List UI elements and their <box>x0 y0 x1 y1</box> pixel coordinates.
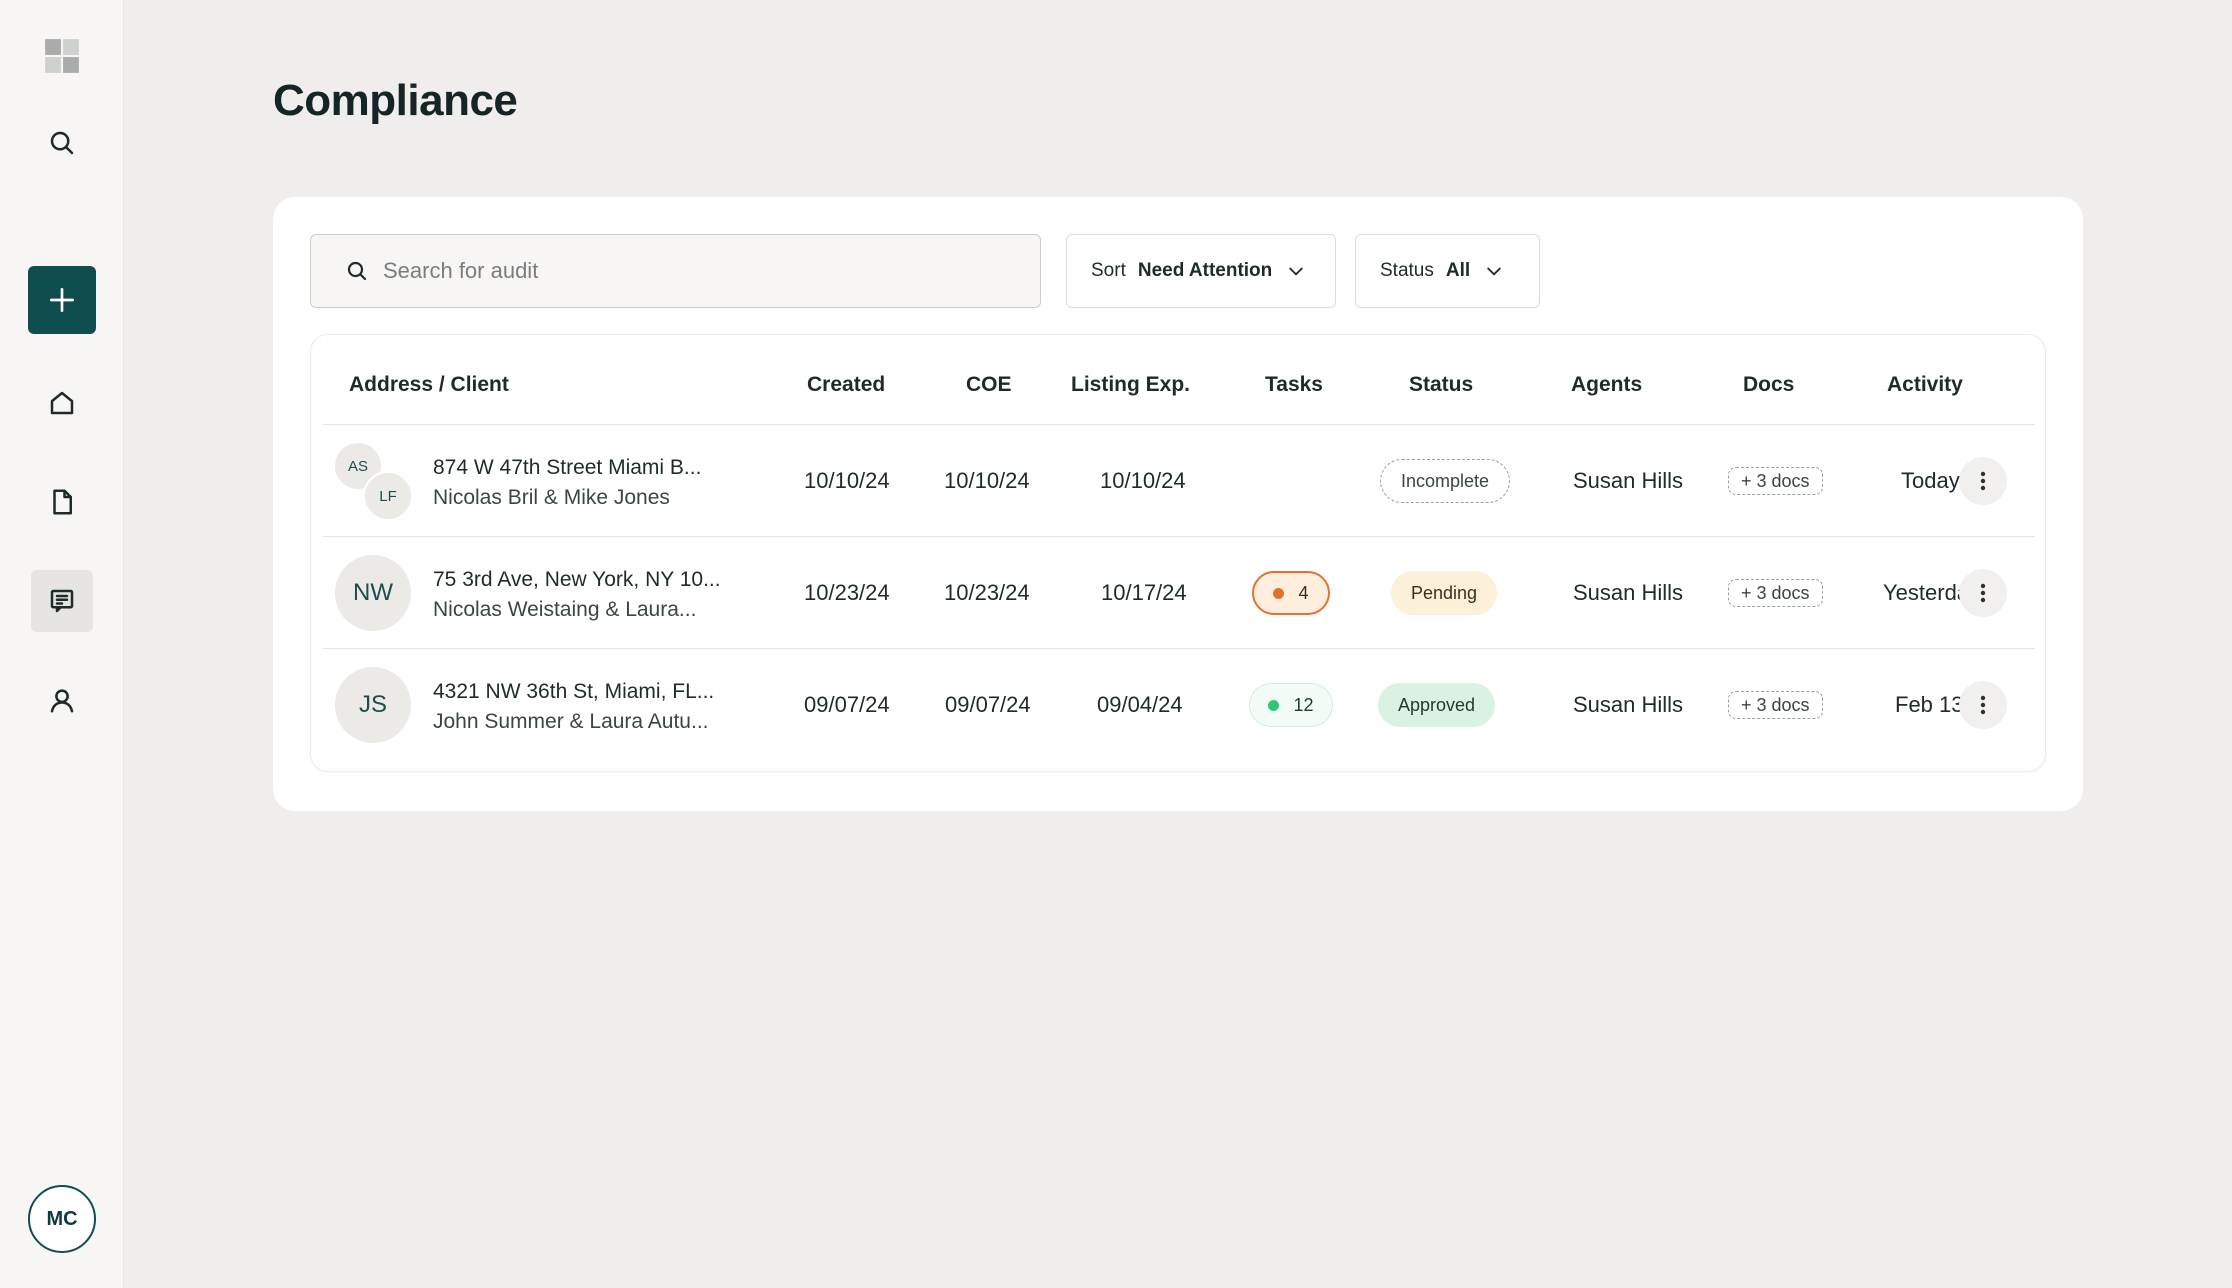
page-title: Compliance <box>273 76 518 125</box>
agent-name: Susan Hills <box>1573 580 1684 605</box>
column-header-created[interactable]: Created <box>807 373 885 397</box>
sidebar-item-documents[interactable] <box>31 471 93 533</box>
search-input[interactable] <box>383 258 1003 284</box>
table-row[interactable]: NW 75 3rd Ave, New York, NY 10... Nicola… <box>323 537 2035 649</box>
table-header: Address / Client Created COE Listing Exp… <box>323 335 2035 425</box>
column-header-docs[interactable]: Docs <box>1743 373 1794 397</box>
search-icon <box>50 131 74 155</box>
docs-badge[interactable]: + 3 docs <box>1728 467 1823 495</box>
tasks-count: 12 <box>1293 694 1314 715</box>
tasks-cell: 4 <box>1252 537 1330 649</box>
sidebar-item-home[interactable] <box>31 372 93 434</box>
listing-exp-date: 09/04/24 <box>1097 692 1183 717</box>
tasks-count: 4 <box>1298 582 1309 603</box>
status-badge: Pending <box>1391 571 1498 615</box>
sort-value: Need Attention <box>1137 260 1273 281</box>
docs-cell: + 3 docs <box>1728 425 1823 537</box>
address-client-cell: 75 3rd Ave, New York, NY 10... Nicolas W… <box>433 565 753 625</box>
table-row[interactable]: AS LF 874 W 47th Street Miami B... Nicol… <box>323 425 2035 537</box>
document-icon <box>53 489 72 515</box>
home-icon <box>50 391 74 415</box>
column-header-agents[interactable]: Agents <box>1571 373 1642 397</box>
created-date: 09/07/24 <box>804 692 890 717</box>
status-label: Status <box>1380 260 1434 281</box>
client-text: John Summer & Laura Autu... <box>433 710 709 733</box>
sort-dropdown[interactable]: Sort Need Attention <box>1066 234 1336 308</box>
coe-date: 10/10/24 <box>944 468 1030 493</box>
column-header-status[interactable]: Status <box>1409 373 1473 397</box>
sidebar-item-profile[interactable] <box>31 669 93 731</box>
row-more-button[interactable] <box>1959 457 2007 505</box>
grid-logo-icon <box>45 39 79 73</box>
status-cell: Approved <box>1378 649 1496 761</box>
column-header-listing-exp[interactable]: Listing Exp. <box>1071 373 1190 397</box>
table-row[interactable]: JS 4321 NW 36th St, Miami, FL... John Su… <box>323 649 2035 761</box>
address-client-cell: 874 W 47th Street Miami B... Nicolas Bri… <box>433 453 753 513</box>
app-logo[interactable] <box>31 25 93 87</box>
created-date: 10/10/24 <box>804 468 890 493</box>
agent-name: Susan Hills <box>1573 692 1684 717</box>
address-text: 4321 NW 36th St, Miami, FL... <box>433 680 715 703</box>
search-box[interactable] <box>310 234 1041 308</box>
ok-dot-icon <box>1268 699 1280 711</box>
compliance-checklist-icon <box>50 589 74 613</box>
user-icon <box>50 689 74 713</box>
column-header-coe[interactable]: COE <box>966 373 1012 397</box>
avatar: JS <box>335 667 411 743</box>
sidebar-item-search[interactable] <box>31 112 93 174</box>
docs-cell: + 3 docs <box>1728 649 1823 761</box>
address-client-cell: 4321 NW 36th St, Miami, FL... John Summe… <box>433 677 753 737</box>
tasks-cell: 12 <box>1249 649 1333 761</box>
row-more-button[interactable] <box>1959 681 2007 729</box>
sidebar: MC <box>0 0 124 1288</box>
coe-date: 09/07/24 <box>945 692 1031 717</box>
docs-cell: + 3 docs <box>1728 537 1823 649</box>
listing-exp-date: 10/10/24 <box>1100 468 1186 493</box>
column-header-tasks[interactable]: Tasks <box>1265 373 1323 397</box>
sort-label: Sort <box>1091 260 1126 281</box>
client-text: Nicolas Weistaing & Laura... <box>433 598 697 621</box>
status-cell: Pending <box>1391 537 1498 649</box>
chevron-down-icon <box>1289 267 1304 276</box>
status-cell: Incomplete <box>1380 425 1511 537</box>
tasks-badge[interactable]: 12 <box>1249 683 1333 727</box>
avatar: NW <box>335 555 411 631</box>
search-icon <box>347 261 367 281</box>
listing-exp-date: 10/17/24 <box>1101 580 1187 605</box>
user-avatar[interactable]: MC <box>28 1185 96 1253</box>
plus-icon <box>50 288 74 312</box>
tasks-badge[interactable]: 4 <box>1252 571 1330 615</box>
status-badge: Incomplete <box>1380 459 1511 503</box>
status-value: All <box>1445 260 1471 281</box>
status-dropdown[interactable]: Status All <box>1355 234 1540 308</box>
client-text: Nicolas Bril & Mike Jones <box>433 486 670 509</box>
more-vertical-icon <box>1980 583 1986 603</box>
docs-badge[interactable]: + 3 docs <box>1728 691 1823 719</box>
warning-dot-icon <box>1273 587 1285 599</box>
chevron-down-icon <box>1487 267 1501 276</box>
coe-date: 10/23/24 <box>944 580 1030 605</box>
avatar: LF <box>363 471 413 521</box>
address-text: 75 3rd Ave, New York, NY 10... <box>433 568 721 591</box>
column-header-address[interactable]: Address / Client <box>349 373 509 397</box>
activity-text: Today <box>1901 468 1960 493</box>
row-more-button[interactable] <box>1959 569 2007 617</box>
more-vertical-icon <box>1980 695 1986 715</box>
column-header-activity[interactable]: Activity <box>1887 373 1963 397</box>
status-badge: Approved <box>1378 683 1496 727</box>
more-vertical-icon <box>1980 471 1986 491</box>
compliance-card: Sort Need Attention Status All Address /… <box>273 197 2083 811</box>
address-text: 874 W 47th Street Miami B... <box>433 456 702 479</box>
created-date: 10/23/24 <box>804 580 890 605</box>
agent-name: Susan Hills <box>1573 468 1684 493</box>
sidebar-item-compliance[interactable] <box>31 570 93 632</box>
add-button[interactable] <box>28 266 96 334</box>
audit-table: Address / Client Created COE Listing Exp… <box>310 334 2046 772</box>
docs-badge[interactable]: + 3 docs <box>1728 579 1823 607</box>
